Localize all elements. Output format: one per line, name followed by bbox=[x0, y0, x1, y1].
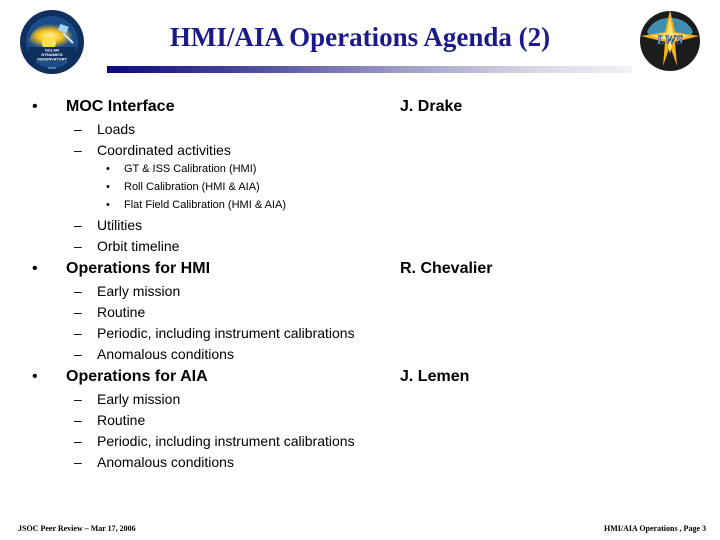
dash-bullet: – bbox=[74, 346, 82, 362]
dash-bullet: – bbox=[74, 454, 82, 470]
dash-bullet: – bbox=[74, 121, 82, 137]
footer-page-label: HMI/AIA Operations , Page 3 bbox=[604, 524, 706, 533]
list-item-text: Periodic, including instrument calibrati… bbox=[97, 325, 355, 341]
dash-bullet: – bbox=[74, 412, 82, 428]
slide-title: HMI/AIA Operations Agenda (2) bbox=[169, 22, 551, 52]
section-heading: Operations for AIA bbox=[66, 368, 208, 385]
sub-bullet: • bbox=[106, 199, 110, 211]
bullet: • bbox=[32, 368, 38, 385]
list-item-text: Coordinated activities bbox=[97, 142, 231, 158]
list-item-text: Early mission bbox=[97, 283, 181, 299]
dash-bullet: – bbox=[74, 283, 82, 299]
bullet: • bbox=[32, 260, 38, 277]
footer-left: JSOC Peer Review – Mar 17, 2006 bbox=[18, 524, 136, 533]
list-item-text: Loads bbox=[97, 121, 136, 137]
sub-bullet: • bbox=[106, 163, 110, 175]
sdo-logo-bottom: NASA bbox=[48, 66, 56, 70]
section-heading: Operations for HMI bbox=[66, 260, 211, 277]
list-item-text: Anomalous conditions bbox=[97, 454, 234, 470]
bullet: • bbox=[32, 98, 38, 115]
sub-list-item-text: Roll Calibration (HMI & AIA) bbox=[124, 181, 260, 193]
title-rule bbox=[107, 66, 632, 73]
sub-list-item-text: Flat Field Calibration (HMI & AIA) bbox=[124, 199, 286, 211]
sub-list-item-text: GT & ISS Calibration (HMI) bbox=[124, 163, 257, 175]
list-item-text: Utilities bbox=[97, 217, 143, 233]
dash-bullet: – bbox=[74, 391, 82, 407]
list-item-text: Anomalous conditions bbox=[97, 346, 234, 362]
dash-bullet: – bbox=[74, 238, 82, 254]
presenter-name: J. Lemen bbox=[400, 368, 470, 385]
list-item-text: Periodic, including instrument calibrati… bbox=[97, 433, 355, 449]
presenter-name: R. Chevalier bbox=[400, 260, 493, 277]
presenter-name: J. Drake bbox=[400, 98, 463, 115]
dash-bullet: – bbox=[74, 217, 82, 233]
sdo-logo: SOLAR DYNAMICS OBSERVATORY NASA bbox=[20, 10, 84, 74]
list-item-text: Orbit timeline bbox=[97, 238, 180, 254]
sdo-logo-line3: OBSERVATORY bbox=[37, 57, 67, 62]
sub-bullet: • bbox=[106, 181, 110, 193]
list-item-text: Routine bbox=[97, 412, 146, 428]
list-item-text: Routine bbox=[97, 304, 146, 320]
section-heading: MOC Interface bbox=[66, 98, 175, 115]
lws-logo: LWS bbox=[640, 10, 700, 71]
dash-bullet: – bbox=[74, 304, 82, 320]
list-item-text: Early mission bbox=[97, 391, 181, 407]
slide: SOLAR DYNAMICS OBSERVATORY NASA LWS HMI/… bbox=[0, 0, 720, 540]
dash-bullet: – bbox=[74, 325, 82, 341]
dash-bullet: – bbox=[74, 142, 82, 158]
dash-bullet: – bbox=[74, 433, 82, 449]
lws-logo-text: LWS bbox=[656, 32, 683, 47]
